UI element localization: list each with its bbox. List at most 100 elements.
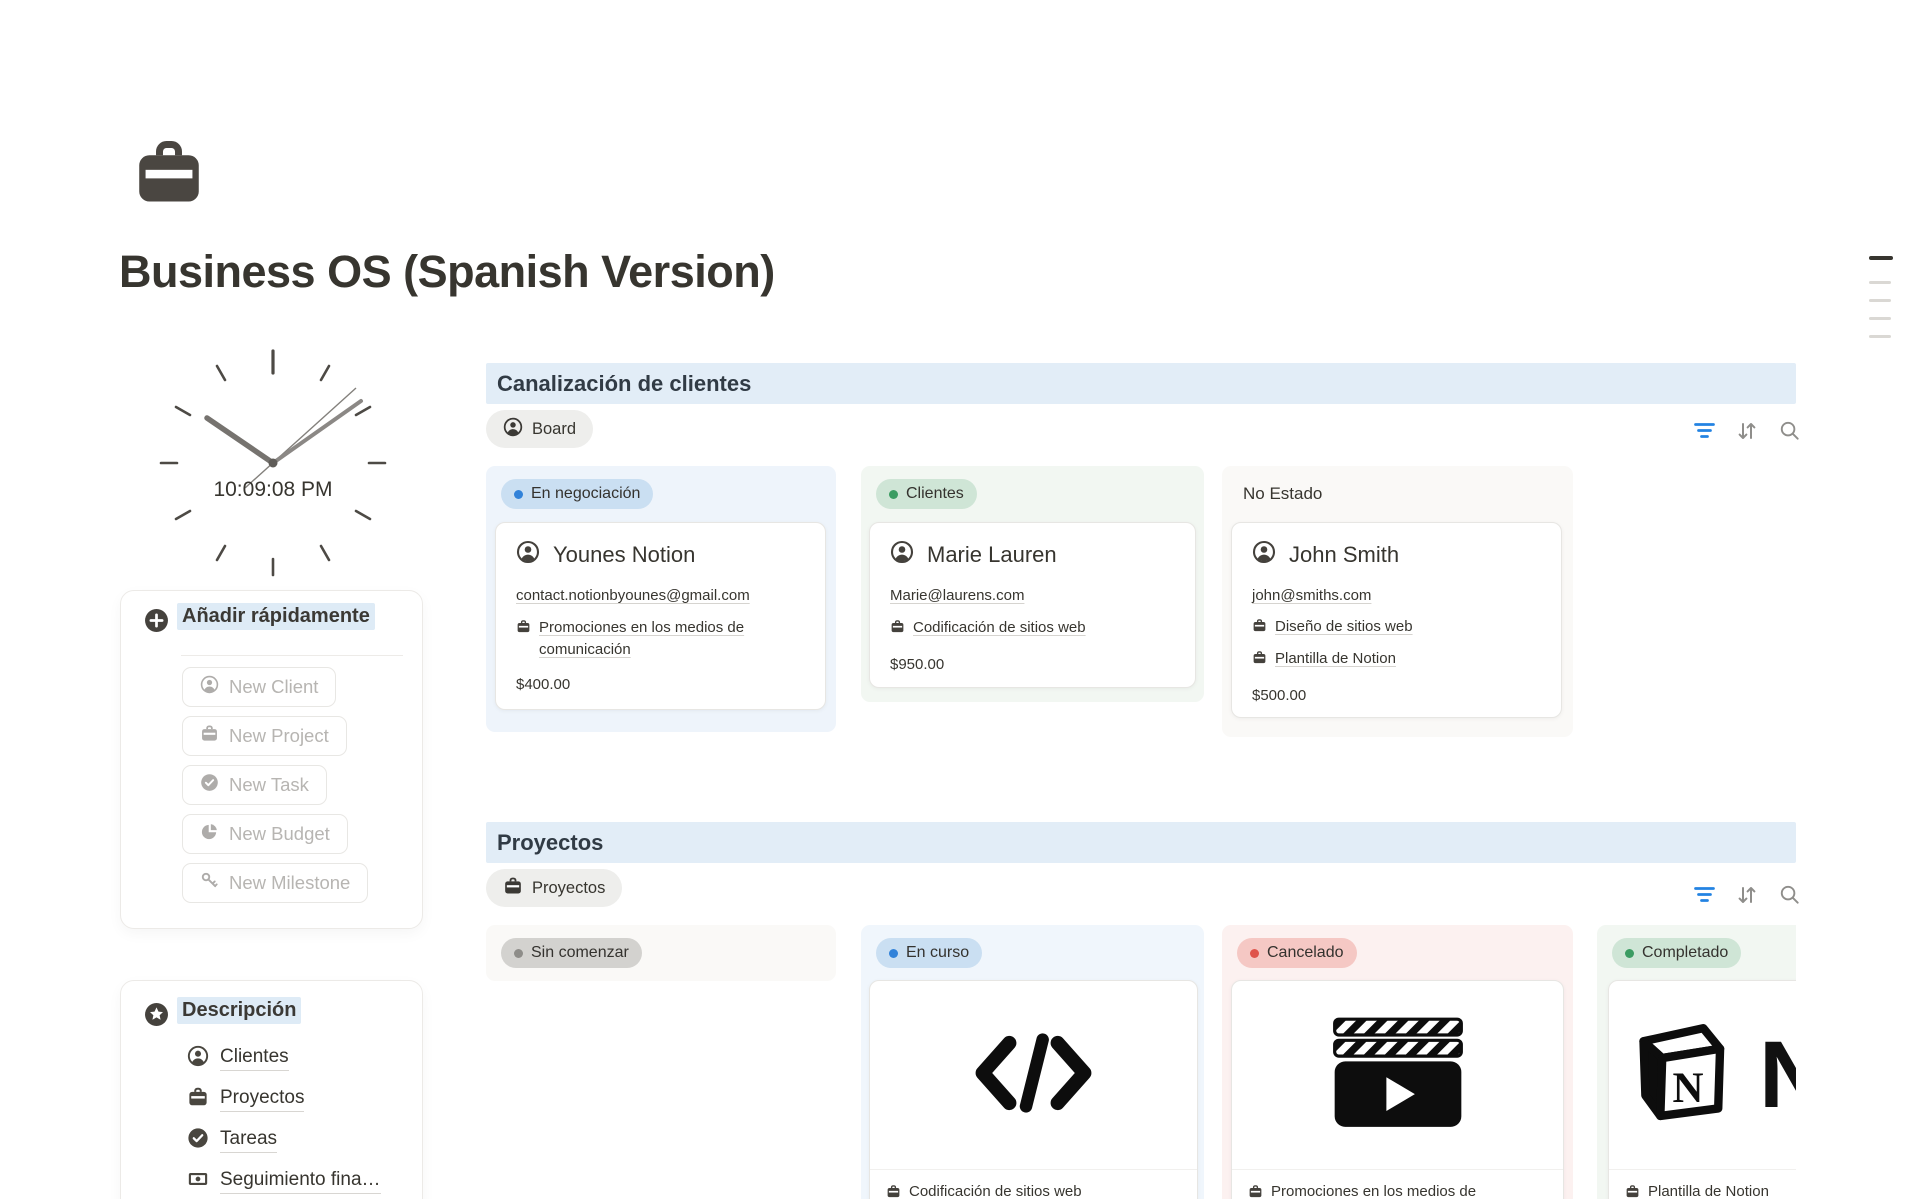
status-dot	[889, 490, 898, 499]
status-label: Clientes	[906, 485, 964, 503]
sort-icon[interactable]	[1736, 421, 1758, 441]
column-en-curso: En curso Codificación de sitios web	[861, 925, 1204, 1199]
briefcase-icon	[187, 1086, 209, 1113]
status-badge[interactable]: Cancelado	[1237, 938, 1357, 968]
link-clientes[interactable]: Clientes	[187, 1045, 381, 1072]
sort-icon[interactable]	[1736, 885, 1758, 905]
status-dot	[514, 949, 523, 958]
project-card-codificacion[interactable]: Codificación de sitios web	[869, 980, 1198, 1199]
button-label: New Task	[229, 774, 309, 796]
pipeline-toolbar	[1694, 420, 1800, 441]
project-caption[interactable]: Promociones en los medios de	[1271, 1183, 1476, 1199]
status-dot	[514, 490, 523, 499]
status-dot	[889, 949, 898, 958]
button-label: New Budget	[229, 823, 330, 845]
person-icon	[516, 540, 540, 570]
client-email[interactable]: john@smiths.com	[1252, 587, 1371, 604]
briefcase-icon	[516, 617, 531, 641]
briefcase-icon	[1248, 1183, 1263, 1199]
project-link[interactable]: Codificación de sitios web	[913, 617, 1086, 639]
notion-wordmark-partial: N	[1759, 1021, 1796, 1130]
client-card-marie[interactable]: Marie Lauren Marie@laurens.com Codificac…	[869, 522, 1196, 688]
briefcase-icon	[890, 617, 905, 641]
section-title: Proyectos	[486, 830, 603, 856]
check-circle-icon	[187, 1127, 209, 1154]
client-email[interactable]: contact.notionbyounes@gmail.com	[516, 587, 750, 604]
filter-icon[interactable]	[1694, 422, 1715, 439]
projects-board: Sin comenzar En curso	[486, 925, 1796, 1199]
briefcase-icon	[200, 724, 219, 748]
status-label: En negociación	[531, 485, 640, 503]
view-label: Proyectos	[532, 879, 605, 898]
client-name: Marie Lauren	[927, 542, 1057, 568]
person-icon	[890, 540, 914, 570]
banknote-icon	[187, 1168, 209, 1195]
status-label: Sin comenzar	[531, 944, 629, 962]
briefcase-icon	[1625, 1183, 1640, 1199]
key-icon	[200, 871, 219, 895]
amount: $500.00	[1252, 687, 1541, 704]
status-badge[interactable]: Clientes	[876, 479, 977, 509]
projects-toolbar	[1694, 884, 1800, 905]
client-name: John Smith	[1289, 542, 1399, 568]
status-badge[interactable]: Sin comenzar	[501, 938, 642, 968]
link-label[interactable]: Clientes	[220, 1046, 289, 1071]
search-icon[interactable]	[1779, 420, 1800, 441]
projects-section-header: Proyectos	[486, 822, 1796, 863]
plus-circle-icon	[144, 608, 169, 638]
new-project-button[interactable]: New Project	[182, 716, 347, 756]
link-label[interactable]: Tareas	[220, 1128, 277, 1153]
status-badge[interactable]: En negociación	[501, 479, 653, 509]
column-en-negociacion: En negociación Younes Notion contact.not…	[486, 466, 836, 732]
section-title: Canalización de clientes	[486, 371, 751, 397]
project-caption[interactable]: Plantilla de Notion	[1648, 1183, 1769, 1199]
quick-add-title: Añadir rápidamente	[177, 603, 375, 630]
board-view-tab[interactable]: Board	[486, 410, 593, 448]
quick-add-card: Añadir rápidamente New Client New Projec…	[120, 590, 423, 929]
column-no-estado: No Estado John Smith john@smiths.com Dis…	[1222, 466, 1573, 737]
pie-chart-icon	[200, 822, 219, 846]
project-link[interactable]: Diseño de sitios web	[1275, 616, 1413, 638]
link-seguimiento[interactable]: Seguimiento fina…	[187, 1168, 381, 1195]
client-email[interactable]: Marie@laurens.com	[890, 587, 1024, 604]
link-proyectos[interactable]: Proyectos	[187, 1086, 381, 1113]
notion-page: Business OS (Spanish Version)	[0, 0, 1920, 1199]
client-card-john[interactable]: John Smith john@smiths.com Diseño de sit…	[1231, 522, 1562, 718]
new-client-button[interactable]: New Client	[182, 667, 336, 707]
status-badge[interactable]: En curso	[876, 938, 982, 968]
pipeline-section-header: Canalización de clientes	[486, 363, 1796, 404]
link-label[interactable]: Proyectos	[220, 1087, 304, 1112]
page-title: Business OS (Spanish Version)	[119, 246, 775, 298]
proyectos-view-tab[interactable]: Proyectos	[486, 869, 622, 907]
clapperboard-icon	[1329, 1016, 1467, 1135]
new-milestone-button[interactable]: New Milestone	[182, 863, 368, 903]
project-card-plantilla[interactable]: N N Plantilla de Notion	[1608, 980, 1796, 1199]
briefcase-icon	[1252, 648, 1267, 672]
person-icon	[503, 417, 523, 442]
project-caption[interactable]: Codificación de sitios web	[909, 1183, 1082, 1199]
new-budget-button[interactable]: New Budget	[182, 814, 348, 854]
status-badge[interactable]: Completado	[1612, 938, 1741, 968]
client-name: Younes Notion	[553, 542, 695, 568]
search-icon[interactable]	[1779, 884, 1800, 905]
project-link[interactable]: Plantilla de Notion	[1275, 648, 1396, 670]
digital-time: 10:09:08 PM	[143, 478, 403, 502]
status-label[interactable]: No Estado	[1243, 484, 1322, 504]
project-card-promociones[interactable]: Promociones en los medios de	[1231, 980, 1564, 1199]
column-clientes: Clientes Marie Lauren Marie@laurens.com …	[861, 466, 1204, 702]
new-task-button[interactable]: New Task	[182, 765, 327, 805]
button-label: New Client	[229, 676, 318, 698]
page-briefcase-icon[interactable]	[131, 135, 207, 216]
button-label: New Project	[229, 725, 329, 747]
filter-icon[interactable]	[1694, 886, 1715, 903]
person-icon	[1252, 540, 1276, 570]
briefcase-icon	[1252, 616, 1267, 640]
client-card-younes[interactable]: Younes Notion contact.notionbyounes@gmai…	[495, 522, 826, 710]
button-label: New Milestone	[229, 872, 350, 894]
amount: $400.00	[516, 676, 805, 693]
project-link[interactable]: Promociones en los medios de comunicació…	[539, 617, 805, 661]
link-label[interactable]: Seguimiento fina…	[220, 1169, 381, 1194]
analog-clock	[143, 333, 403, 593]
person-icon	[200, 675, 219, 699]
link-tareas[interactable]: Tareas	[187, 1127, 381, 1154]
